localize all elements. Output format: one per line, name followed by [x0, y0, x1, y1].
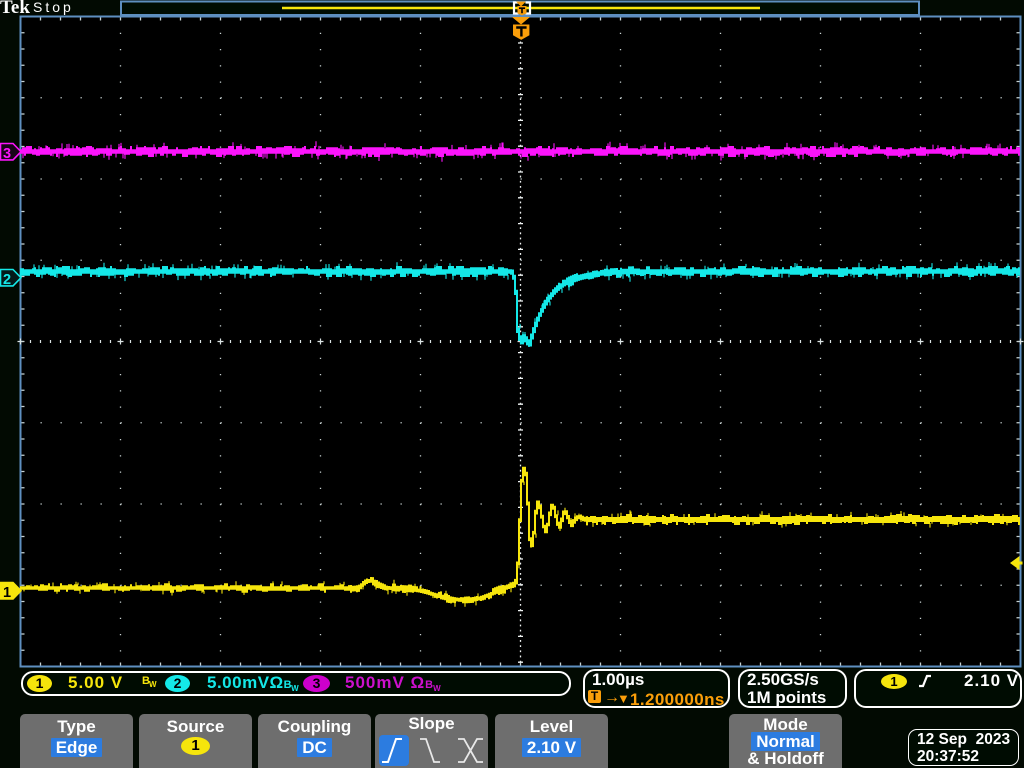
svg-text:2: 2	[3, 272, 11, 288]
svg-text:1: 1	[3, 585, 11, 601]
svg-text:3: 3	[3, 146, 11, 162]
